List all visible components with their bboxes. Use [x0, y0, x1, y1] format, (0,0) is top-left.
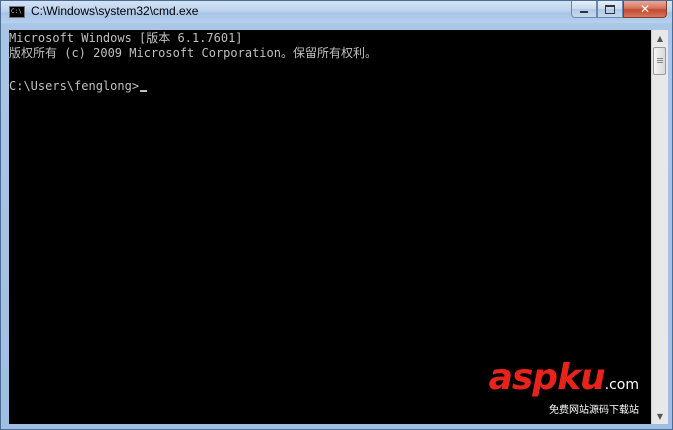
close-button[interactable]: ✕: [623, 1, 667, 18]
command-prompt: C:\Users\fenglong>: [9, 79, 140, 93]
cmd-window: C:\ C:\Windows\system32\cmd.exe ✕ Micros…: [0, 0, 673, 430]
watermark-logo: aspku.com: [489, 360, 639, 403]
watermark-brand-c: .com: [604, 377, 639, 393]
prompt-line[interactable]: C:\Users\fenglong>: [9, 79, 148, 94]
minimize-icon: [580, 10, 588, 13]
vertical-scrollbar[interactable]: ▲ ▼: [651, 30, 668, 424]
maximize-icon: [605, 4, 615, 14]
scroll-down-icon[interactable]: ▼: [652, 408, 668, 424]
cmd-icon[interactable]: C:\: [9, 6, 25, 18]
watermark: aspku.com 免费网站源码下载站: [489, 360, 639, 417]
scroll-up-icon[interactable]: ▲: [652, 30, 668, 46]
scroll-thumb[interactable]: [653, 47, 666, 75]
console-output[interactable]: Microsoft Windows [版本 6.1.7601] 版权所有 (c)…: [9, 30, 651, 424]
title-bar[interactable]: C:\ C:\Windows\system32\cmd.exe ✕: [1, 1, 672, 23]
caption-buttons: ✕: [571, 1, 667, 19]
minimize-button[interactable]: [571, 1, 597, 18]
grip-line: [657, 60, 663, 61]
watermark-tagline: 免费网站源码下载站: [549, 405, 639, 416]
window-title: C:\Windows\system32\cmd.exe: [31, 4, 199, 18]
console-line: 版权所有 (c) 2009 Microsoft Corporation。保留所有…: [9, 46, 377, 60]
close-icon: ✕: [639, 2, 651, 16]
console-line: Microsoft Windows [版本 6.1.7601]: [9, 31, 243, 45]
watermark-brand-a: asp: [488, 357, 558, 398]
text-cursor: [140, 90, 148, 92]
watermark-brand-b: ku: [557, 357, 606, 398]
grip-line: [657, 58, 663, 59]
maximize-button[interactable]: [597, 1, 623, 18]
grip-line: [657, 62, 663, 63]
